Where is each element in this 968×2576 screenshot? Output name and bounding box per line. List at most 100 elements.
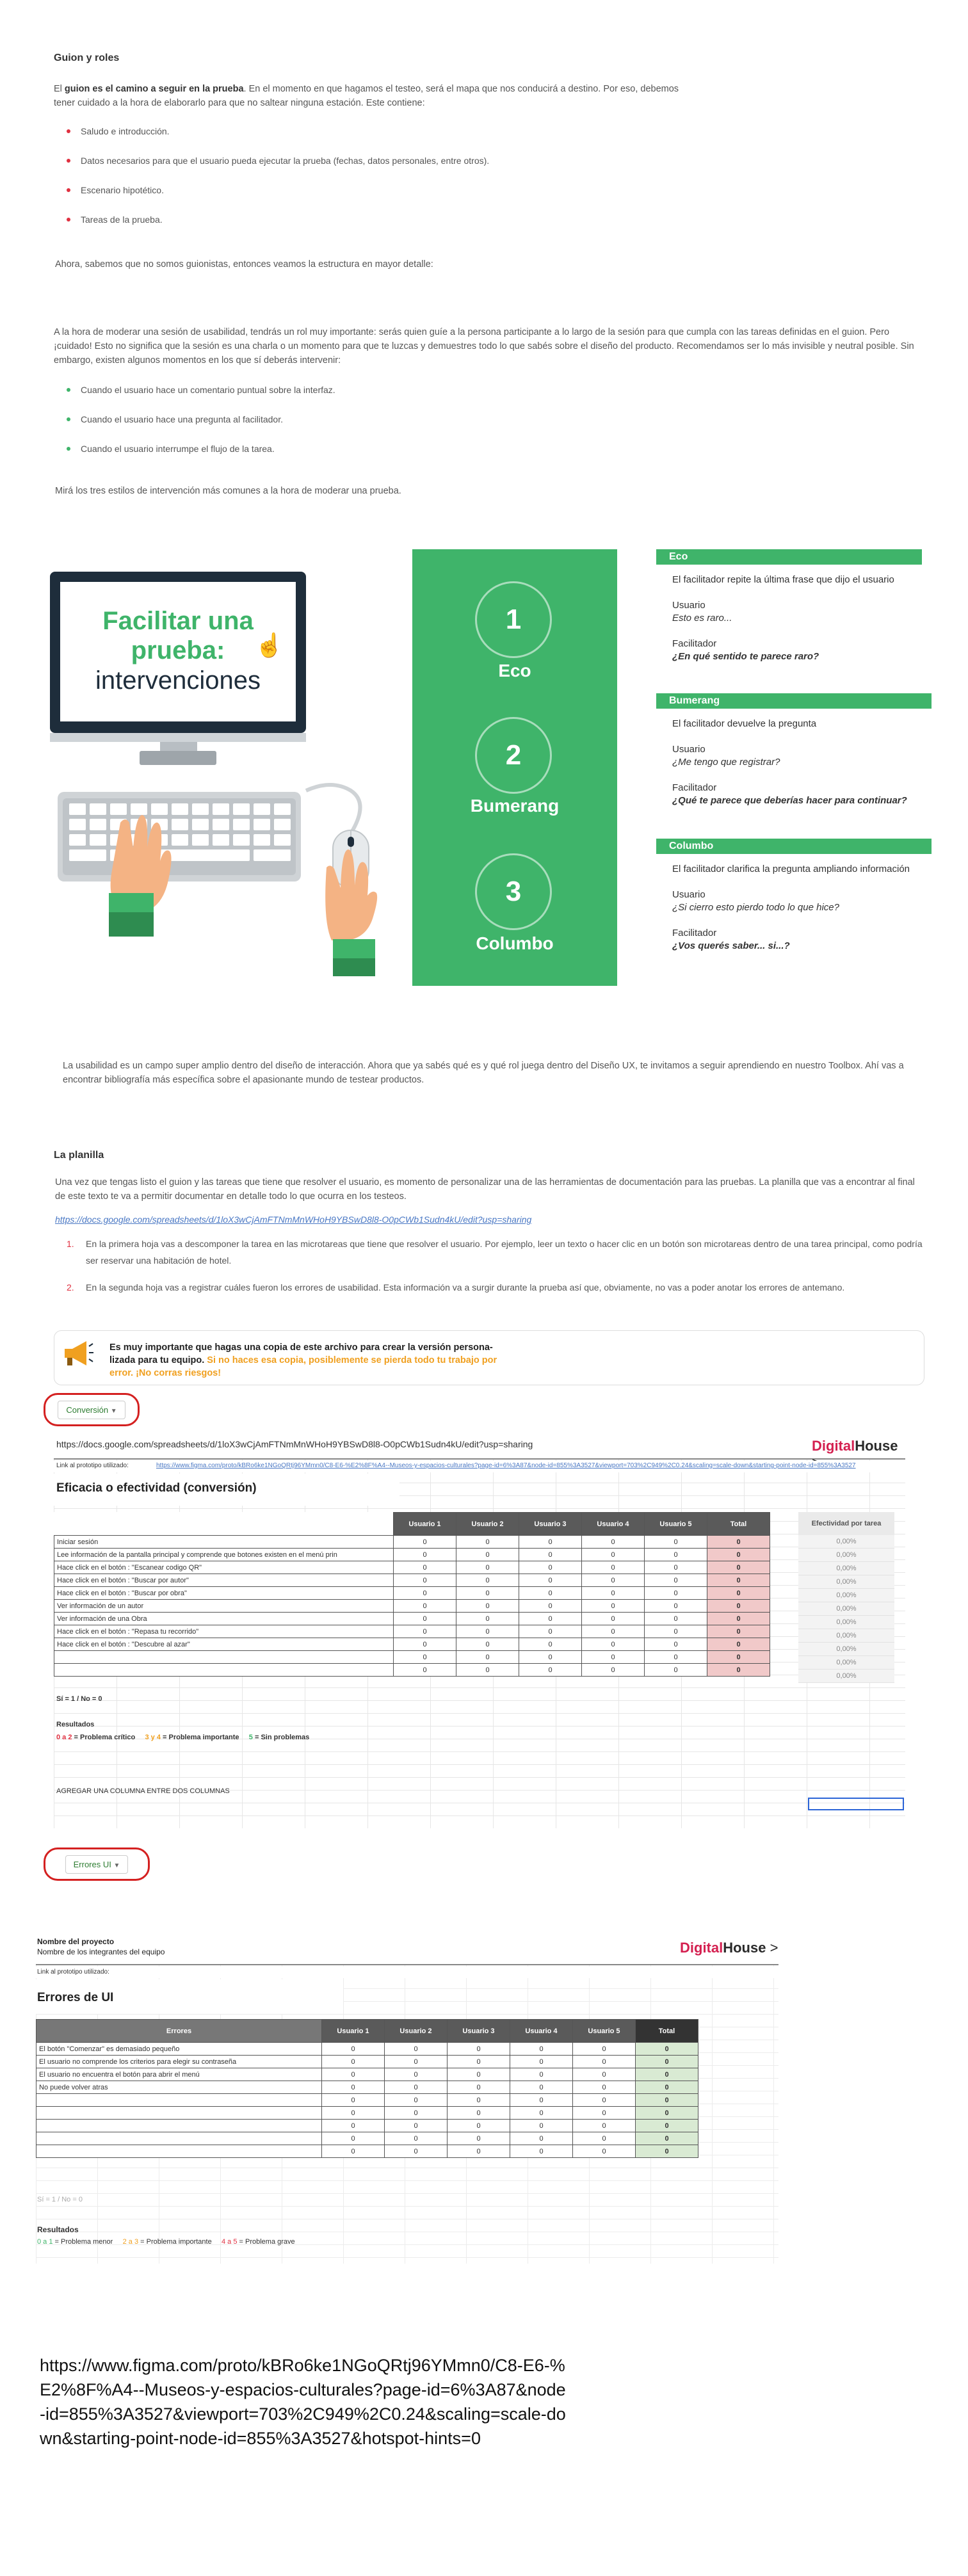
value-cell[interactable]: 0 xyxy=(510,2042,573,2056)
value-cell[interactable]: 0 xyxy=(572,2119,636,2132)
value-cell[interactable]: 0 xyxy=(447,2093,510,2107)
value-cell[interactable]: 0 xyxy=(321,2042,385,2056)
footer-url[interactable]: https://www.figma.com/proto/kBRo6ke1NGoQ… xyxy=(40,2353,571,2451)
value-cell[interactable]: 0 xyxy=(644,1612,707,1625)
value-cell[interactable]: 0 xyxy=(572,2106,636,2120)
value-cell[interactable]: 0 xyxy=(581,1612,645,1625)
value-cell[interactable]: 0 xyxy=(581,1548,645,1561)
value-cell[interactable]: 0 xyxy=(393,1625,456,1638)
error-cell[interactable] xyxy=(36,2106,322,2120)
value-cell[interactable]: 0 xyxy=(456,1612,519,1625)
value-cell[interactable]: 0 xyxy=(393,1612,456,1625)
task-cell[interactable]: Iniciar sesión xyxy=(54,1535,394,1549)
value-cell[interactable]: 0 xyxy=(581,1663,645,1677)
value-cell[interactable]: 0 xyxy=(321,2132,385,2145)
selected-cell[interactable] xyxy=(808,1798,904,1810)
value-cell[interactable]: 0 xyxy=(572,2055,636,2068)
value-cell[interactable]: 0 xyxy=(456,1548,519,1561)
value-cell[interactable]: 0 xyxy=(456,1574,519,1587)
tab-errores-ui[interactable]: Errores UI ▼ xyxy=(44,1847,150,1881)
task-cell[interactable] xyxy=(54,1663,394,1677)
value-cell[interactable]: 0 xyxy=(384,2081,448,2094)
proto-link[interactable]: https://www.figma.com/proto/kBRo6ke1NGoQ… xyxy=(156,1462,899,1469)
value-cell[interactable]: 0 xyxy=(456,1561,519,1574)
task-cell[interactable]: Hace click en el botón : "Buscar por aut… xyxy=(54,1574,394,1587)
value-cell[interactable]: 0 xyxy=(519,1535,582,1549)
value-cell[interactable]: 0 xyxy=(393,1638,456,1651)
error-cell[interactable]: No puede volver atras xyxy=(36,2081,322,2094)
value-cell[interactable]: 0 xyxy=(384,2093,448,2107)
value-cell[interactable]: 0 xyxy=(644,1663,707,1677)
value-cell[interactable]: 0 xyxy=(384,2119,448,2132)
value-cell[interactable]: 0 xyxy=(519,1586,582,1600)
value-cell[interactable]: 0 xyxy=(321,2055,385,2068)
value-cell[interactable]: 0 xyxy=(510,2093,573,2107)
value-cell[interactable]: 0 xyxy=(456,1638,519,1651)
value-cell[interactable]: 0 xyxy=(581,1599,645,1613)
value-cell[interactable]: 0 xyxy=(572,2093,636,2107)
error-cell[interactable] xyxy=(36,2093,322,2107)
value-cell[interactable]: 0 xyxy=(510,2068,573,2081)
error-cell[interactable] xyxy=(36,2132,322,2145)
value-cell[interactable]: 0 xyxy=(519,1599,582,1613)
value-cell[interactable]: 0 xyxy=(393,1535,456,1549)
value-cell[interactable]: 0 xyxy=(581,1625,645,1638)
value-cell[interactable]: 0 xyxy=(519,1638,582,1651)
value-cell[interactable]: 0 xyxy=(447,2132,510,2145)
value-cell[interactable]: 0 xyxy=(581,1574,645,1587)
value-cell[interactable]: 0 xyxy=(572,2132,636,2145)
value-cell[interactable]: 0 xyxy=(456,1650,519,1664)
value-cell[interactable]: 0 xyxy=(393,1650,456,1664)
task-cell[interactable]: Ver información de un autor xyxy=(54,1599,394,1613)
value-cell[interactable]: 0 xyxy=(447,2106,510,2120)
value-cell[interactable]: 0 xyxy=(384,2042,448,2056)
value-cell[interactable]: 0 xyxy=(393,1586,456,1600)
value-cell[interactable]: 0 xyxy=(519,1650,582,1664)
error-cell[interactable]: El usuario no encuentra el botón para ab… xyxy=(36,2068,322,2081)
task-cell[interactable] xyxy=(54,1650,394,1664)
value-cell[interactable]: 0 xyxy=(519,1625,582,1638)
value-cell[interactable]: 0 xyxy=(644,1586,707,1600)
sheet-url[interactable]: https://docs.google.com/spreadsheets/d/1… xyxy=(56,1439,533,1449)
value-cell[interactable]: 0 xyxy=(384,2068,448,2081)
error-cell[interactable] xyxy=(36,2119,322,2132)
error-cell[interactable]: El botón "Comenzar" es demasiado pequeño xyxy=(36,2042,322,2056)
value-cell[interactable]: 0 xyxy=(581,1650,645,1664)
value-cell[interactable]: 0 xyxy=(644,1561,707,1574)
value-cell[interactable]: 0 xyxy=(447,2068,510,2081)
value-cell[interactable]: 0 xyxy=(644,1625,707,1638)
value-cell[interactable]: 0 xyxy=(644,1574,707,1587)
value-cell[interactable]: 0 xyxy=(447,2081,510,2094)
value-cell[interactable]: 0 xyxy=(519,1612,582,1625)
error-cell[interactable] xyxy=(36,2145,322,2158)
value-cell[interactable]: 0 xyxy=(572,2145,636,2158)
value-cell[interactable]: 0 xyxy=(447,2119,510,2132)
value-cell[interactable]: 0 xyxy=(510,2106,573,2120)
value-cell[interactable]: 0 xyxy=(321,2093,385,2107)
value-cell[interactable]: 0 xyxy=(321,2068,385,2081)
value-cell[interactable]: 0 xyxy=(581,1586,645,1600)
value-cell[interactable]: 0 xyxy=(447,2042,510,2056)
value-cell[interactable]: 0 xyxy=(456,1663,519,1677)
value-cell[interactable]: 0 xyxy=(384,2145,448,2158)
value-cell[interactable]: 0 xyxy=(510,2055,573,2068)
value-cell[interactable]: 0 xyxy=(321,2081,385,2094)
value-cell[interactable]: 0 xyxy=(393,1548,456,1561)
value-cell[interactable]: 0 xyxy=(581,1638,645,1651)
value-cell[interactable]: 0 xyxy=(519,1561,582,1574)
value-cell[interactable]: 0 xyxy=(456,1625,519,1638)
value-cell[interactable]: 0 xyxy=(510,2132,573,2145)
value-cell[interactable]: 0 xyxy=(581,1535,645,1549)
value-cell[interactable]: 0 xyxy=(644,1599,707,1613)
value-cell[interactable]: 0 xyxy=(456,1535,519,1549)
value-cell[interactable]: 0 xyxy=(321,2145,385,2158)
value-cell[interactable]: 0 xyxy=(510,2081,573,2094)
value-cell[interactable]: 0 xyxy=(384,2055,448,2068)
value-cell[interactable]: 0 xyxy=(384,2106,448,2120)
value-cell[interactable]: 0 xyxy=(393,1663,456,1677)
value-cell[interactable]: 0 xyxy=(644,1638,707,1651)
task-cell[interactable]: Hace click en el botón : "Buscar por obr… xyxy=(54,1586,394,1600)
value-cell[interactable]: 0 xyxy=(510,2145,573,2158)
task-cell[interactable]: Hace click en el botón : "Escanear codig… xyxy=(54,1561,394,1574)
task-cell[interactable]: Lee información de la pantalla principal… xyxy=(54,1548,394,1561)
